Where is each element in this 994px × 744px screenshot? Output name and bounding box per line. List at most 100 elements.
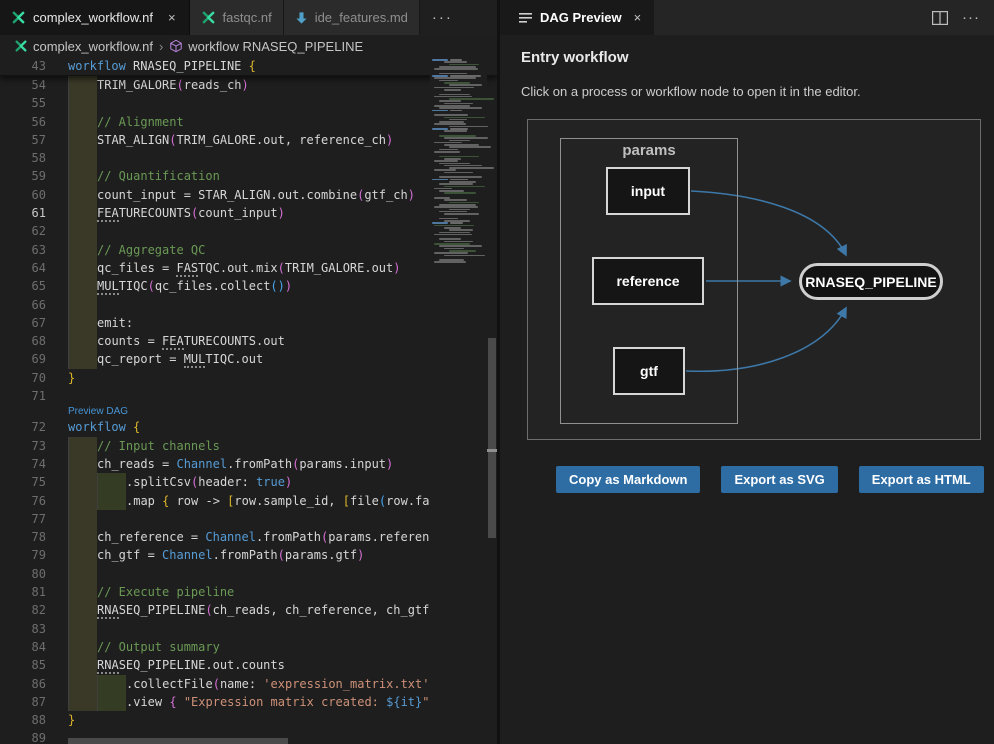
split-editor-icon[interactable] xyxy=(932,11,948,25)
code-line[interactable]: 87.view { "Expression matrix created: ${… xyxy=(0,693,497,711)
close-icon[interactable]: × xyxy=(166,10,178,25)
minimap-line xyxy=(450,222,463,224)
breadcrumb-separator: › xyxy=(158,39,164,54)
codelens-preview-dag[interactable]: Preview DAG xyxy=(0,405,497,418)
markdown-down-arrow-icon xyxy=(295,11,308,25)
export-as-html-button[interactable]: Export as HTML xyxy=(859,466,984,493)
code-line[interactable]: 56// Alignment xyxy=(0,113,497,131)
minimap-line xyxy=(434,77,476,79)
tab-label: fastqc.nf xyxy=(223,10,272,25)
preview-list-icon xyxy=(519,12,532,24)
line-number: 55 xyxy=(0,94,50,112)
minimap-line xyxy=(444,213,479,215)
code-line[interactable]: 75.splitCsv(header: true) xyxy=(0,473,497,491)
code-line[interactable]: 85RNASEQ_PIPELINE.out.counts xyxy=(0,656,497,674)
minimap-line xyxy=(439,245,482,247)
code-line[interactable]: 74ch_reads = Channel.fromPath(params.inp… xyxy=(0,455,497,473)
copy-as-markdown-button[interactable]: Copy as Markdown xyxy=(556,466,700,493)
minimap-line xyxy=(439,238,461,240)
line-number: 72 xyxy=(0,418,50,436)
params-group-label: params xyxy=(561,142,737,159)
tab-complex-workflow[interactable]: complex_workflow.nf × xyxy=(0,0,190,35)
line-number: 56 xyxy=(0,113,50,131)
line-number: 75 xyxy=(0,473,50,491)
horizontal-scrollbar-slider[interactable] xyxy=(68,738,288,744)
code-line[interactable]: 54TRIM_GALORE(reads_ch) xyxy=(0,76,497,94)
code-line[interactable]: 67emit: xyxy=(0,314,497,332)
line-number: 88 xyxy=(0,711,50,729)
code-line[interactable]: 61FEATURECOUNTS(count_input) xyxy=(0,204,497,222)
code-line[interactable]: 70} xyxy=(0,369,497,387)
minimap-line xyxy=(449,140,470,142)
code-line[interactable]: 82RNASEQ_PIPELINE(ch_reads, ch_reference… xyxy=(0,601,497,619)
panel-actions: ··· xyxy=(932,0,994,35)
minimap-line xyxy=(439,176,482,178)
minimap-line xyxy=(449,84,482,86)
code-line[interactable]: 73// Input channels xyxy=(0,437,497,455)
code-line[interactable]: 62 xyxy=(0,222,497,240)
tab-fastqc[interactable]: fastqc.nf xyxy=(190,0,284,35)
code-line[interactable]: 84// Output summary xyxy=(0,638,497,656)
code-line[interactable]: 79ch_gtf = Channel.fromPath(params.gtf) xyxy=(0,546,497,564)
line-number: 65 xyxy=(0,277,50,295)
minimap-line xyxy=(434,114,468,116)
code-line[interactable]: 86.collectFile(name: 'expression_matrix.… xyxy=(0,675,497,693)
code-line[interactable]: 76.map { row -> [row.sample_id, [file(ro… xyxy=(0,492,497,510)
line-number: 57 xyxy=(0,131,50,149)
breadcrumb: complex_workflow.nf › workflow RNASEQ_PI… xyxy=(0,35,497,57)
tab-overflow-menu[interactable]: ··· xyxy=(420,0,465,35)
code-line[interactable]: 43workflow RNASEQ_PIPELINE { xyxy=(0,57,256,75)
code-line[interactable]: 80 xyxy=(0,565,497,583)
code-line[interactable]: 71 xyxy=(0,387,497,405)
breadcrumb-file[interactable]: complex_workflow.nf xyxy=(33,39,153,54)
code-line[interactable]: 88} xyxy=(0,711,497,729)
minimap-line xyxy=(439,183,473,185)
minimap-line xyxy=(439,94,470,96)
code-line[interactable]: 77 xyxy=(0,510,497,528)
node-gtf[interactable]: gtf xyxy=(613,347,685,395)
sticky-scroll-line[interactable]: 43workflow RNASEQ_PIPELINE { xyxy=(0,57,497,76)
code-line[interactable]: 65MULTIQC(qc_files.collect()) xyxy=(0,277,497,295)
code-editor[interactable]: 43workflow RNASEQ_PIPELINE { 54TRIM_GALO… xyxy=(0,57,497,744)
node-input[interactable]: input xyxy=(606,167,690,215)
code-line[interactable]: 78ch_reference = Channel.fromPath(params… xyxy=(0,528,497,546)
node-reference[interactable]: reference xyxy=(592,257,704,305)
export-as-svg-button[interactable]: Export as SVG xyxy=(721,466,837,493)
vertical-scrollbar[interactable] xyxy=(487,57,497,744)
line-number: 58 xyxy=(0,149,50,167)
close-icon[interactable]: × xyxy=(634,10,642,25)
tab-ide-features[interactable]: ide_features.md xyxy=(284,0,420,35)
code-line[interactable]: 57STAR_ALIGN(TRIM_GALORE.out, reference_… xyxy=(0,131,497,149)
code-line[interactable]: 60count_input = STAR_ALIGN.out.combine(g… xyxy=(0,186,497,204)
minimap[interactable] xyxy=(430,57,487,744)
minimap-line xyxy=(444,61,467,63)
more-actions-icon[interactable]: ··· xyxy=(962,9,980,26)
code-line[interactable]: 83 xyxy=(0,620,497,638)
node-rnaseq-pipeline[interactable]: RNASEQ_PIPELINE xyxy=(799,263,943,300)
breadcrumb-symbol[interactable]: workflow RNASEQ_PIPELINE xyxy=(188,39,363,54)
code-line[interactable]: 58 xyxy=(0,149,497,167)
code-line[interactable]: 68counts = FEATURECOUNTS.out xyxy=(0,332,497,350)
code-line[interactable]: 55 xyxy=(0,94,497,112)
code-line[interactable]: 81// Execute pipeline xyxy=(0,583,497,601)
panel-header: DAG Preview × ··· xyxy=(500,0,994,35)
minimap-line xyxy=(449,146,491,148)
code-line[interactable]: 59// Quantification xyxy=(0,167,497,185)
code-line[interactable]: 64qc_files = FASTQC.out.mix(TRIM_GALORE.… xyxy=(0,259,497,277)
minimap-line xyxy=(444,89,461,91)
minimap-line xyxy=(434,160,458,162)
code-line[interactable]: 63// Aggregate QC xyxy=(0,241,497,259)
vscode-window: complex_workflow.nf × fastqc.nf ide_feat… xyxy=(0,0,994,744)
tab-dag-preview[interactable]: DAG Preview × xyxy=(500,0,654,35)
dag-preview-panel: DAG Preview × ··· Entry workflow Click o… xyxy=(500,0,994,744)
code-line[interactable]: 66 xyxy=(0,296,497,314)
code-line[interactable]: 72workflow { xyxy=(0,418,497,436)
minimap-line xyxy=(434,68,478,70)
code-lines: 54TRIM_GALORE(reads_ch)5556// Alignment5… xyxy=(0,76,497,744)
line-content: workflow RNASEQ_PIPELINE { xyxy=(68,57,256,75)
vertical-scrollbar-slider[interactable] xyxy=(488,338,496,538)
code-line[interactable]: 69qc_report = MULTIQC.out xyxy=(0,350,497,368)
line-number: 66 xyxy=(0,296,50,314)
line-number: 64 xyxy=(0,259,50,277)
nextflow-icon xyxy=(201,10,216,25)
